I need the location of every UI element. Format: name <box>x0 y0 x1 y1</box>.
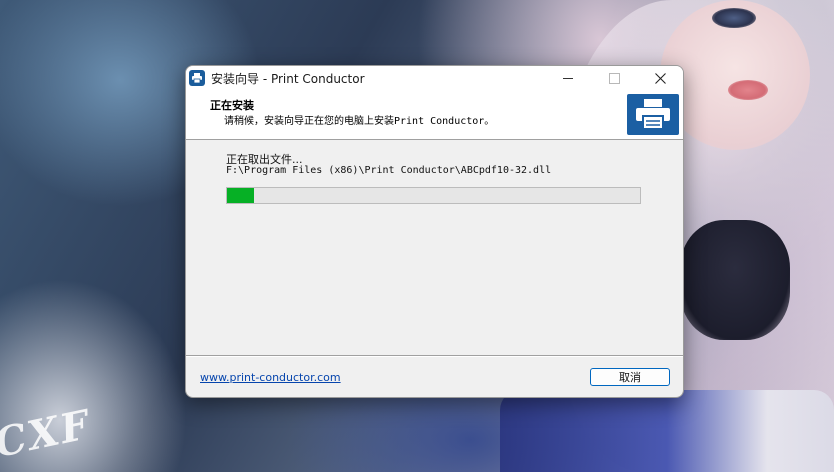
printer-logo-icon <box>627 94 679 135</box>
wallpaper-watermark: CXF <box>0 400 96 467</box>
title-bar[interactable]: 安装向导 - Print Conductor <box>186 66 683 90</box>
wallpaper-lips <box>728 80 768 100</box>
page-title: 正在安装 <box>210 99 254 112</box>
progress-fill <box>227 188 254 203</box>
installer-window: 安装向导 - Print Conductor 正在安装 请稍候，安装向导正在您的… <box>185 65 684 398</box>
window-title: 安装向导 - Print Conductor <box>211 72 365 86</box>
wizard-header: 正在安装 请稍候，安装向导正在您的电脑上安装Print Conductor。 <box>186 90 683 140</box>
wallpaper-eye <box>712 8 756 28</box>
maximize-button[interactable] <box>591 66 637 90</box>
current-file-path: F:\Program Files (x86)\Print Conductor\A… <box>226 165 552 176</box>
printer-icon <box>189 70 205 86</box>
footer-divider-highlight <box>186 356 683 357</box>
page-subtitle: 请稍候，安装向导正在您的电脑上安装Print Conductor。 <box>224 116 495 127</box>
close-icon <box>654 72 666 84</box>
wallpaper-collar <box>680 220 790 340</box>
website-link[interactable]: www.print-conductor.com <box>200 371 341 384</box>
minimize-icon <box>563 77 573 79</box>
wallpaper-uniform <box>500 390 834 472</box>
close-button[interactable] <box>637 66 683 90</box>
maximize-icon <box>608 72 620 84</box>
install-progress-bar <box>226 187 641 204</box>
cancel-button[interactable]: 取消 <box>590 368 670 386</box>
minimize-button[interactable] <box>545 66 591 90</box>
